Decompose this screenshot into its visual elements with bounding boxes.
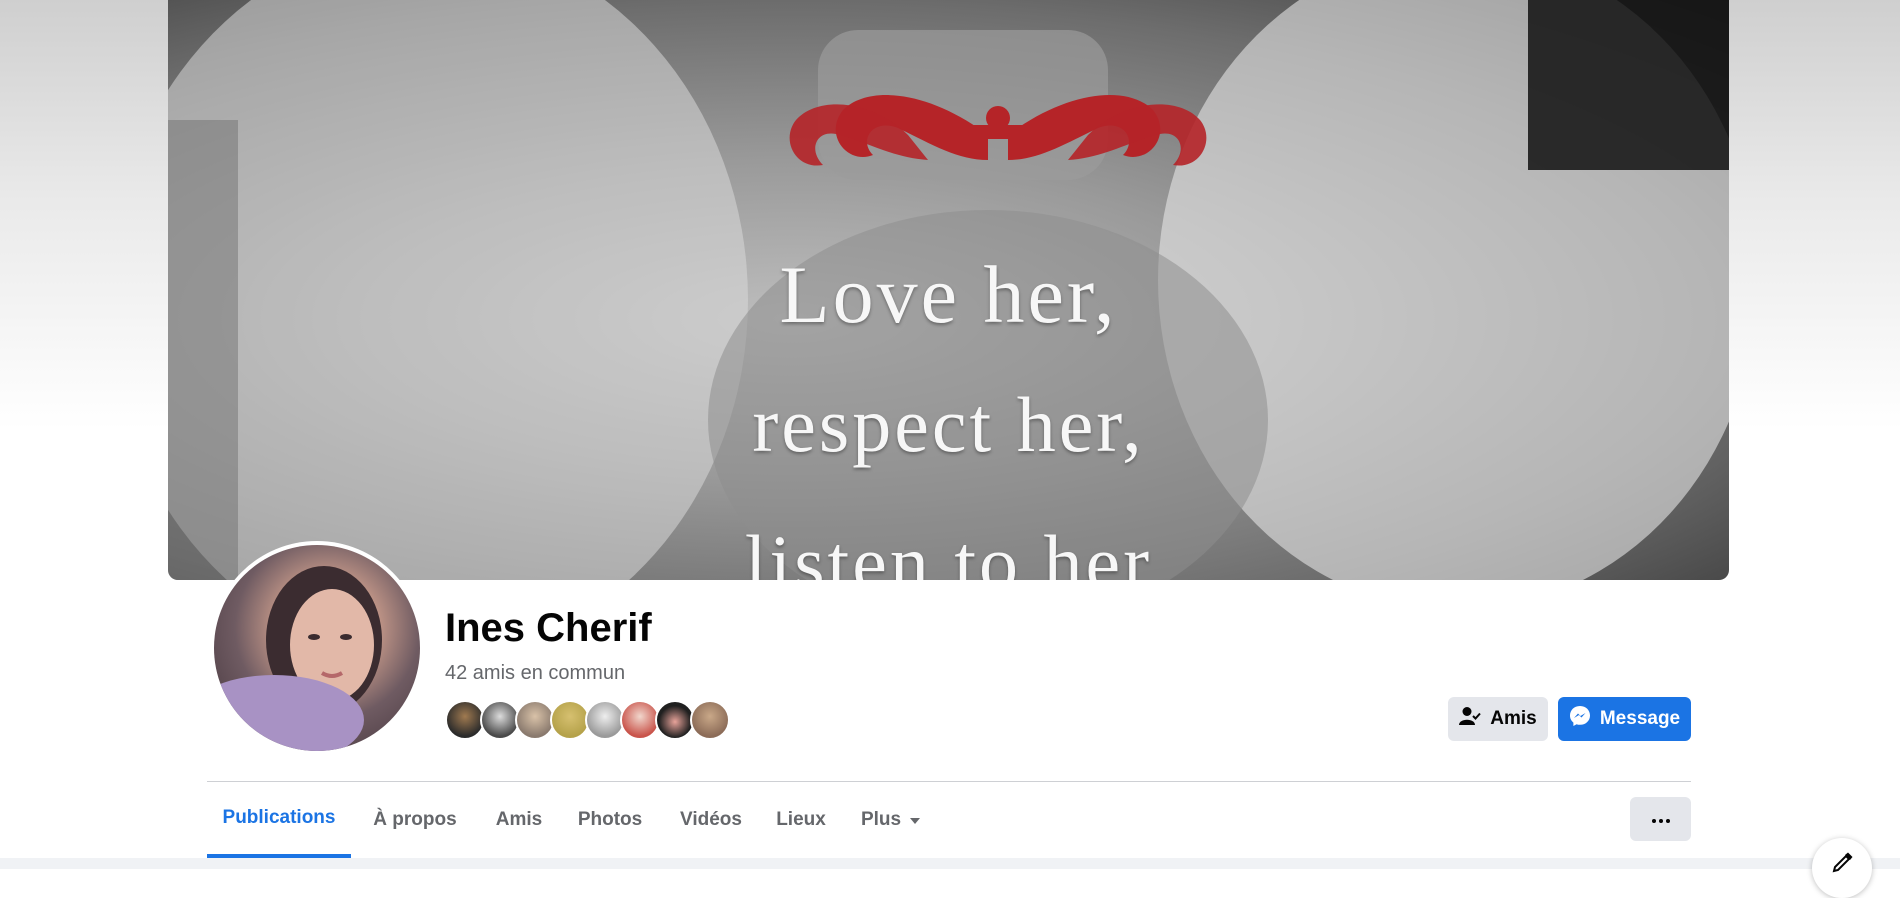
- tab-label: Lieux: [776, 809, 826, 830]
- message-button[interactable]: Message: [1558, 697, 1691, 741]
- message-button-label: Message: [1599, 708, 1681, 729]
- caret-down-icon: [909, 809, 921, 831]
- tab-plus[interactable]: Plus: [841, 782, 941, 858]
- cover-photo[interactable]: Love her, respect her, listen to her: [168, 0, 1729, 580]
- tab-a-propos[interactable]: À propos: [351, 782, 479, 858]
- mutual-friend-avatar[interactable]: [585, 700, 625, 740]
- tab-lieux[interactable]: Lieux: [761, 782, 841, 858]
- cover-text-line-2: respect her,: [752, 381, 1145, 468]
- mutual-friend-avatar[interactable]: [480, 700, 520, 740]
- mutual-friend-avatar[interactable]: [655, 700, 695, 740]
- profile-photo: [214, 545, 420, 751]
- messenger-icon: [1569, 705, 1591, 733]
- ellipsis-icon: [1651, 810, 1670, 828]
- tab-label: Amis: [495, 809, 543, 830]
- friend-check-icon: [1459, 706, 1482, 732]
- mutual-friend-avatar[interactable]: [620, 700, 660, 740]
- tab-label: À propos: [373, 809, 457, 830]
- tab-publications[interactable]: Publications: [207, 782, 351, 858]
- new-message-button[interactable]: [1812, 838, 1872, 898]
- tab-videos[interactable]: Vidéos: [661, 782, 761, 858]
- mutual-friend-avatar[interactable]: [445, 700, 485, 740]
- mutual-friends-count[interactable]: 42 amis en commun: [445, 662, 625, 685]
- tab-label: Photos: [577, 809, 643, 830]
- tab-label: Plus: [860, 809, 902, 830]
- mutual-friend-avatar[interactable]: [690, 700, 730, 740]
- profile-name: Ines Cherif: [445, 606, 652, 650]
- profile-avatar[interactable]: [210, 541, 424, 755]
- mutual-friend-avatar[interactable]: [550, 700, 590, 740]
- tab-amis[interactable]: Amis: [479, 782, 559, 858]
- friends-button-label: Amis: [1490, 708, 1537, 729]
- feed-background: [0, 858, 1900, 869]
- tab-photos[interactable]: Photos: [559, 782, 661, 858]
- friends-button[interactable]: Amis: [1448, 697, 1548, 741]
- tab-label: Publications: [222, 807, 336, 828]
- mutual-friend-avatar[interactable]: [515, 700, 555, 740]
- compose-icon: [1831, 852, 1853, 879]
- more-options-button[interactable]: [1630, 797, 1691, 841]
- cover-text-line-1: Love her,: [779, 249, 1118, 340]
- tab-label: Vidéos: [680, 809, 742, 830]
